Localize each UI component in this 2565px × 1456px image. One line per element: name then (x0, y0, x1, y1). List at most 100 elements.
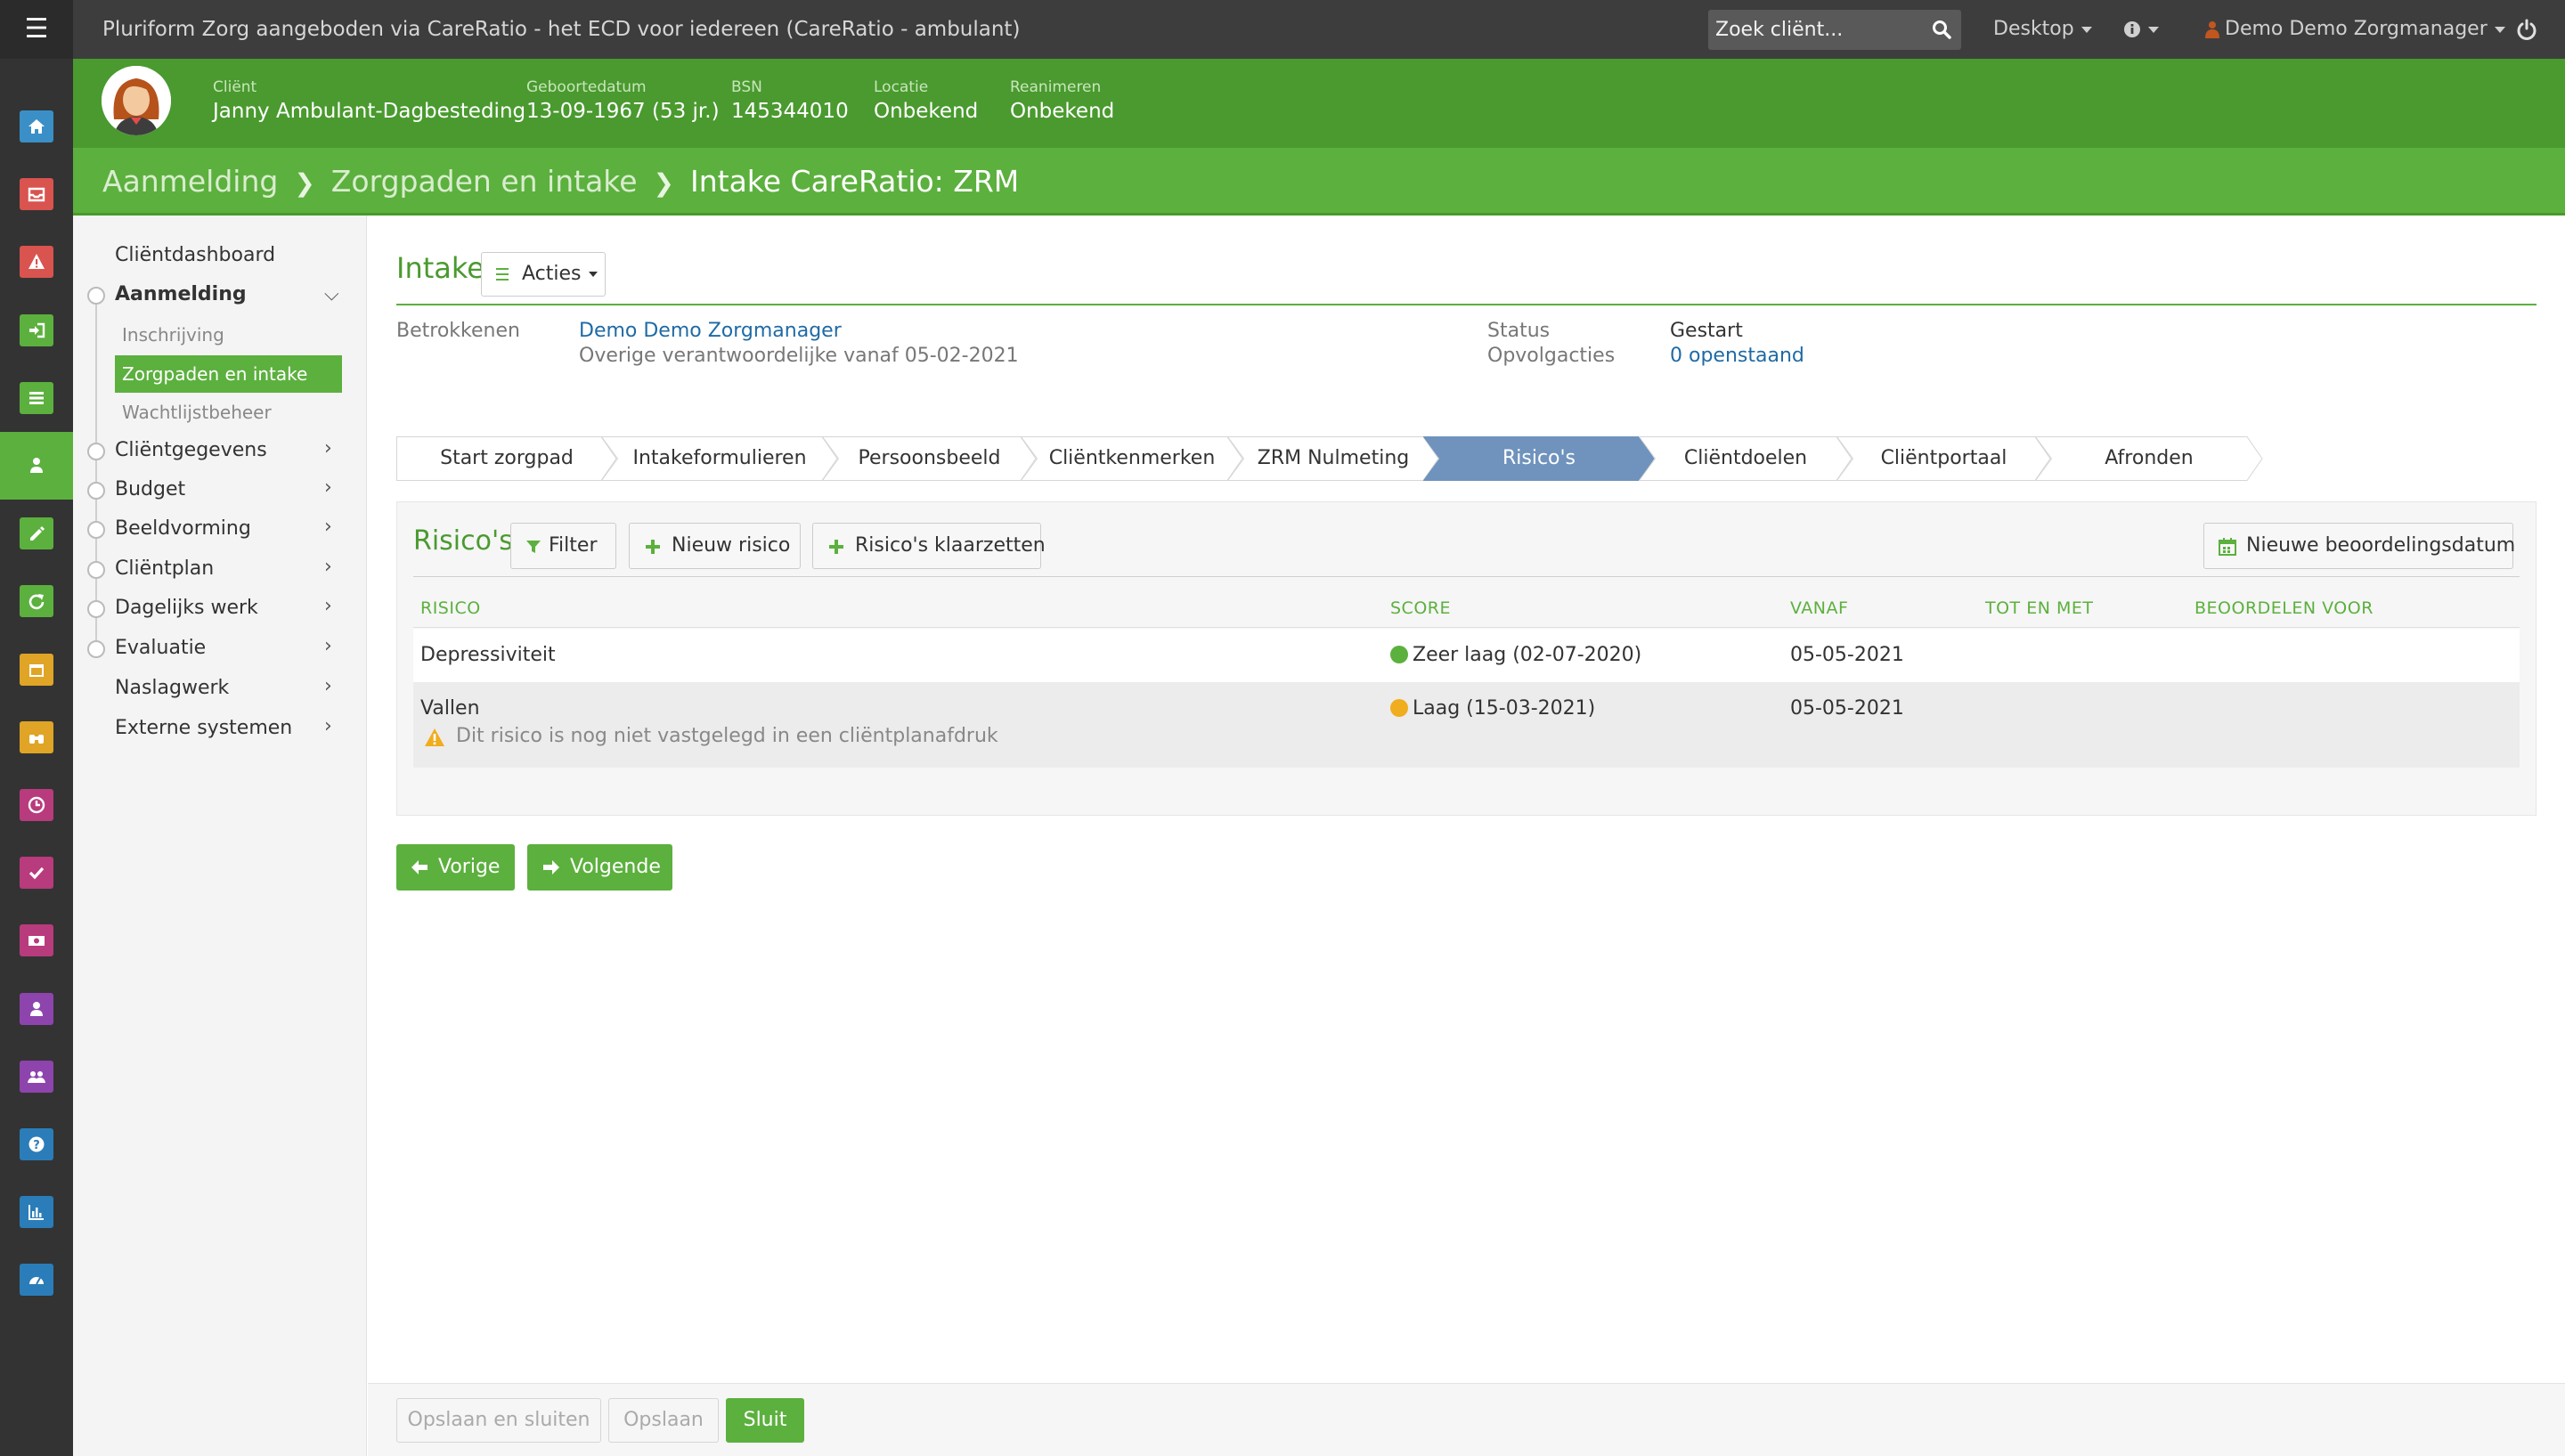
rail-item-pencil[interactable] (0, 500, 73, 567)
vorige-button[interactable]: Vorige (396, 844, 515, 891)
nav-externe-systemen[interactable]: Externe systemen (115, 717, 292, 739)
wizard-step[interactable]: Intakeformulieren (601, 436, 838, 481)
wizard-step[interactable]: Cliëntdoelen (1639, 436, 1852, 481)
wizard-step[interactable]: Start zorgpad (396, 436, 617, 481)
wizard-step[interactable]: ZRM Nulmeting (1227, 436, 1439, 481)
rail-item-user[interactable] (0, 975, 73, 1043)
nav-inschrijving[interactable]: Inschrijving (122, 324, 224, 346)
betrokkene-link[interactable]: Demo Demo Zorgmanager (579, 320, 842, 342)
column-header-tot-en-met[interactable]: TOT EN MET (1985, 598, 2093, 618)
desktop-dropdown[interactable]: Desktop (1993, 0, 2092, 59)
svg-text:?: ? (33, 1139, 40, 1152)
acties-button[interactable]: Acties (481, 252, 606, 297)
filter-button[interactable]: Filter (510, 523, 616, 569)
sluit-button[interactable]: Sluit (726, 1398, 804, 1443)
chevron-right-icon[interactable]: › (324, 715, 332, 737)
rail-item-clock[interactable] (0, 771, 73, 839)
rail-item-check[interactable] (0, 839, 73, 907)
nieuw-risico-button[interactable]: Nieuw risico (629, 523, 801, 569)
status-label: Status (1487, 320, 1551, 342)
nav-clientplan[interactable]: Cliëntplan (115, 557, 214, 580)
score-dot (1390, 646, 1408, 663)
power-icon[interactable] (2515, 18, 2538, 41)
nav-clientgegevens[interactable]: Cliëntgegevens (115, 439, 267, 461)
rail-item-inbox[interactable] (0, 160, 73, 228)
chevron-right-icon[interactable]: › (324, 675, 332, 697)
hamburger-menu-icon[interactable]: ☰ (0, 0, 73, 59)
chevron-right-icon[interactable]: › (324, 437, 332, 460)
volgende-button[interactable]: Volgende (527, 844, 672, 891)
arrow-left-icon (411, 860, 428, 874)
risicos-klaarzetten-button[interactable]: Risico's klaarzetten (812, 523, 1046, 569)
nav-dagelijks-werk[interactable]: Dagelijks werk (115, 597, 258, 619)
opvolgacties-link[interactable]: 0 openstaand (1670, 345, 1804, 367)
wizard-step[interactable]: Persoonsbeeld (822, 436, 1037, 481)
rail-item-help[interactable]: ? (0, 1110, 73, 1178)
refresh-icon (20, 585, 53, 618)
chevron-right-icon[interactable]: › (324, 595, 332, 617)
rail-item-refresh[interactable] (0, 567, 73, 635)
chevron-right-icon[interactable]: › (324, 516, 332, 538)
rail-item-login[interactable] (0, 297, 73, 364)
nav-budget[interactable]: Budget (115, 478, 185, 500)
opslaan-en-sluiten-button[interactable]: Opslaan en sluiten (396, 1398, 601, 1443)
nieuwe-beoordelingsdatum-button[interactable]: Nieuwe beoordelingsdatum (2203, 523, 2515, 569)
dashboard-icon (20, 1264, 53, 1297)
column-header-beoordelen-voor[interactable]: BEOORDELEN VOOR (2194, 598, 2374, 618)
risico-title: Risico's (413, 525, 513, 557)
opslaan-button[interactable]: Opslaan (608, 1398, 719, 1443)
breadcrumb-zorgpaden[interactable]: Zorgpaden en intake (331, 164, 638, 199)
chevron-down-icon[interactable]: ⌵ (324, 283, 339, 305)
column-header-risico[interactable]: RISICO (420, 598, 481, 618)
chevron-right-icon[interactable]: › (324, 635, 332, 657)
client-search-input[interactable] (1708, 10, 1922, 50)
rail-item-alert[interactable] (0, 228, 73, 296)
rail-item-list[interactable] (0, 364, 73, 432)
rail-item-binoculars[interactable] (0, 704, 73, 771)
nav-clientdashboard[interactable]: Cliëntdashboard (115, 244, 275, 266)
rail-item-client[interactable] (0, 432, 73, 500)
user-dropdown[interactable]: Demo Demo Zorgmanager (2205, 0, 2505, 59)
client-search[interactable] (1708, 10, 1961, 50)
risico-score: Laag (15-03-2021) (1390, 697, 1595, 720)
nav-wachtlijstbeheer[interactable]: Wachtlijstbeheer (122, 402, 272, 423)
wizard-step[interactable]: Afronden (2035, 436, 2263, 481)
column-header-score[interactable]: SCORE (1390, 598, 1451, 618)
check-icon (20, 857, 53, 890)
rail-item-calendar[interactable] (0, 636, 73, 704)
opvolgacties-label: Opvolgacties (1487, 345, 1616, 367)
nav-evaluatie[interactable]: Evaluatie (115, 637, 206, 659)
breadcrumb-aanmelding[interactable]: Aanmelding (102, 164, 278, 199)
nav-step-circle (87, 640, 105, 658)
client-icon (20, 450, 53, 482)
rail-item-chart[interactable] (0, 1178, 73, 1246)
wizard-step-label: Afronden (2105, 447, 2194, 469)
wizard-step[interactable]: Cliëntportaal (1836, 436, 2051, 481)
nav-aanmelding[interactable]: Aanmelding (115, 283, 247, 305)
search-icon[interactable] (1931, 19, 1952, 40)
user-icon (2205, 21, 2219, 38)
wizard-step[interactable]: Risico's (1423, 436, 1655, 481)
nav-beeldvorming[interactable]: Beeldvorming (115, 517, 251, 540)
chart-icon (20, 1196, 53, 1229)
rail-item-money[interactable] (0, 907, 73, 974)
status-value: Gestart (1670, 320, 1743, 342)
client-avatar (102, 66, 171, 135)
info-dropdown[interactable] (2123, 0, 2159, 59)
chevron-right-icon[interactable]: › (324, 556, 332, 578)
wizard-step[interactable]: Cliëntkenmerken (1021, 436, 1243, 481)
rail-item-home[interactable] (0, 93, 73, 160)
risico-score: Zeer laag (02-07-2020) (1390, 644, 1641, 666)
rail-item-group[interactable] (0, 1043, 73, 1110)
nav-zorgpaden-intake[interactable]: Zorgpaden en intake (115, 355, 342, 393)
inbox-icon (20, 178, 53, 211)
help-icon: ? (20, 1128, 53, 1160)
rail-item-dashboard[interactable] (0, 1246, 73, 1314)
chevron-right-icon[interactable]: › (324, 476, 332, 499)
column-header-vanaf[interactable]: VANAF (1790, 598, 1848, 618)
user-name: Demo Demo Zorgmanager (2225, 18, 2488, 40)
wizard-step-label: Cliëntdoelen (1683, 447, 1808, 469)
nav-step-circle (87, 443, 105, 460)
divider (396, 304, 2536, 305)
nav-naslagwerk[interactable]: Naslagwerk (115, 677, 229, 699)
